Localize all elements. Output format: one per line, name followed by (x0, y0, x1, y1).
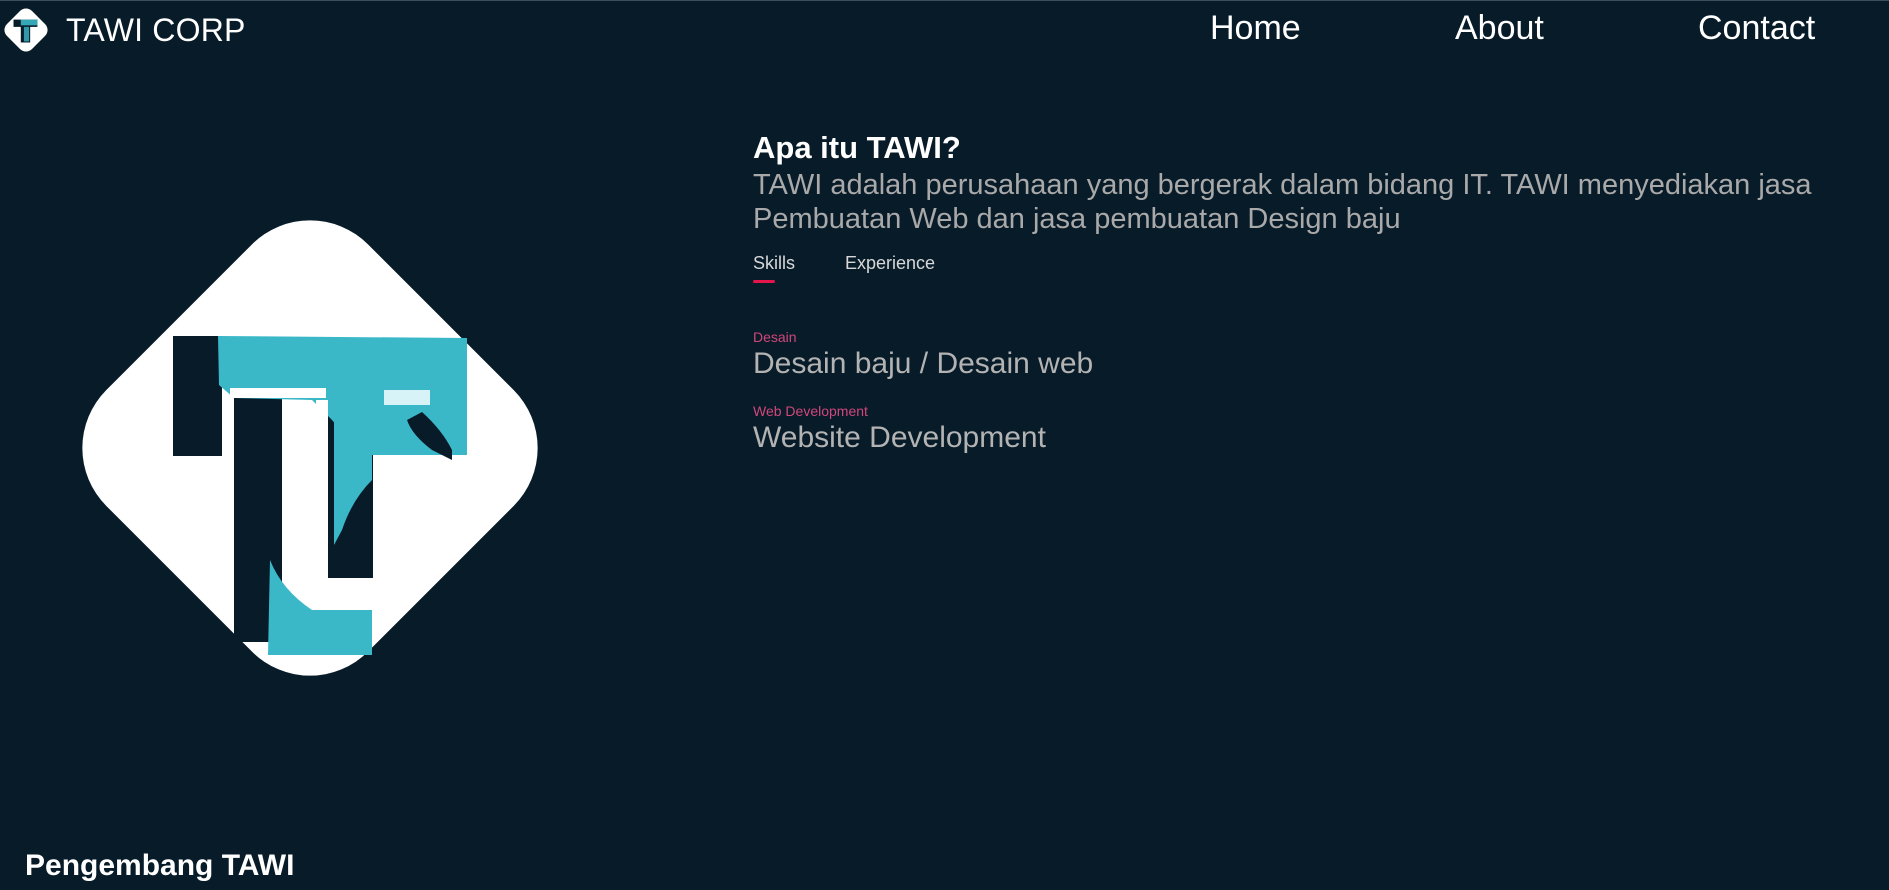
skill-title: Website Development (753, 421, 1046, 454)
tab-skills[interactable]: Skills (753, 252, 795, 286)
nav-contact-link[interactable]: Contact (1698, 6, 1815, 50)
nav-about-link[interactable]: About (1455, 6, 1889, 50)
tawi-big-logo-image (12, 150, 608, 746)
skill-item: Web Development Website Development (753, 402, 1093, 456)
about-title: Apa itu TAWI? (753, 130, 961, 165)
main-nav: Home About Contact (0, 6, 1889, 50)
developers-heading: Pengembang TAWI (25, 849, 295, 882)
top-border (0, 0, 1889, 1)
nav-home-link[interactable]: Home (1210, 6, 1301, 50)
about-section: Apa itu TAWI? TAWI adalah perusahaan yan… (753, 128, 1873, 236)
skill-title: Desain baju / Desain web (753, 347, 1094, 380)
skill-category: Web Development (753, 403, 868, 419)
about-description: TAWI adalah perusahaan yang bergerak dal… (753, 169, 1812, 235)
skills-list: Desain Desain baju / Desain web Web Deve… (753, 328, 1093, 476)
about-tabs: Skills Experience (753, 252, 985, 286)
tab-experience[interactable]: Experience (845, 252, 935, 286)
skill-item: Desain Desain baju / Desain web (753, 328, 1093, 382)
skill-category: Desain (753, 329, 797, 345)
